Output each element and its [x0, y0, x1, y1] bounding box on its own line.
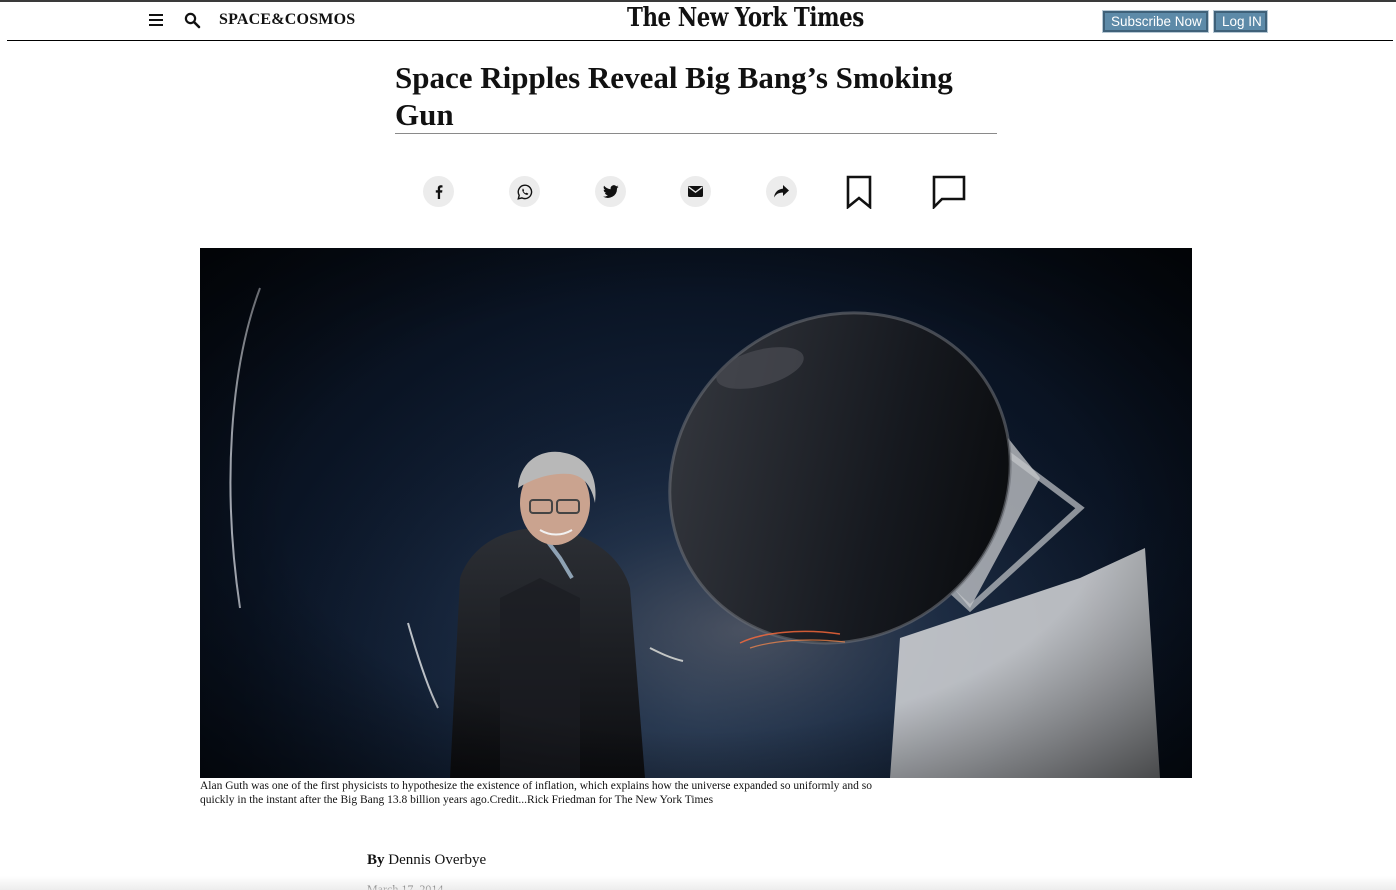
- twitter-share-button[interactable]: [595, 176, 626, 207]
- author-link[interactable]: Dennis Overbye: [388, 852, 486, 868]
- facebook-icon: [435, 184, 442, 199]
- article-byline: By Dennis Overbye: [367, 852, 486, 869]
- nyt-logo[interactable]: The New York Times: [627, 3, 864, 33]
- photo-telescope-portrait: [200, 248, 1192, 778]
- save-article-button[interactable]: [845, 175, 873, 210]
- article-headline: Space Ripples Reveal Big Bang’s Smoking …: [395, 60, 953, 132]
- article-page: SPACE&COSMOS The New York Times Subscrib…: [0, 0, 1396, 890]
- email-icon: [688, 186, 703, 197]
- twitter-icon: [602, 184, 619, 198]
- email-share-button[interactable]: [680, 176, 711, 207]
- byline-prefix: By: [367, 852, 385, 868]
- facebook-share-button[interactable]: [423, 176, 454, 207]
- search-icon[interactable]: [184, 12, 201, 29]
- comment-icon: [932, 175, 966, 211]
- menu-icon[interactable]: [149, 13, 164, 27]
- bookmark-icon: [846, 175, 872, 210]
- comments-button[interactable]: [932, 175, 966, 211]
- subscribe-button[interactable]: Subscribe Now: [1102, 10, 1209, 33]
- bottom-fade: [0, 876, 1396, 890]
- publish-date: March 17, 2014: [367, 882, 444, 890]
- top-navigation-bar: SPACE&COSMOS The New York Times Subscrib…: [7, 2, 1393, 41]
- login-button[interactable]: Log IN: [1213, 10, 1268, 33]
- article-photo: [200, 248, 1192, 778]
- whatsapp-icon: [516, 183, 532, 200]
- headline-divider: [395, 133, 997, 134]
- share-arrow-icon: [774, 185, 789, 198]
- more-share-button[interactable]: [766, 176, 797, 207]
- whatsapp-share-button[interactable]: [509, 176, 540, 207]
- section-name[interactable]: SPACE&COSMOS: [219, 11, 355, 29]
- photo-caption: Alan Guth was one of the first physicist…: [200, 780, 872, 806]
